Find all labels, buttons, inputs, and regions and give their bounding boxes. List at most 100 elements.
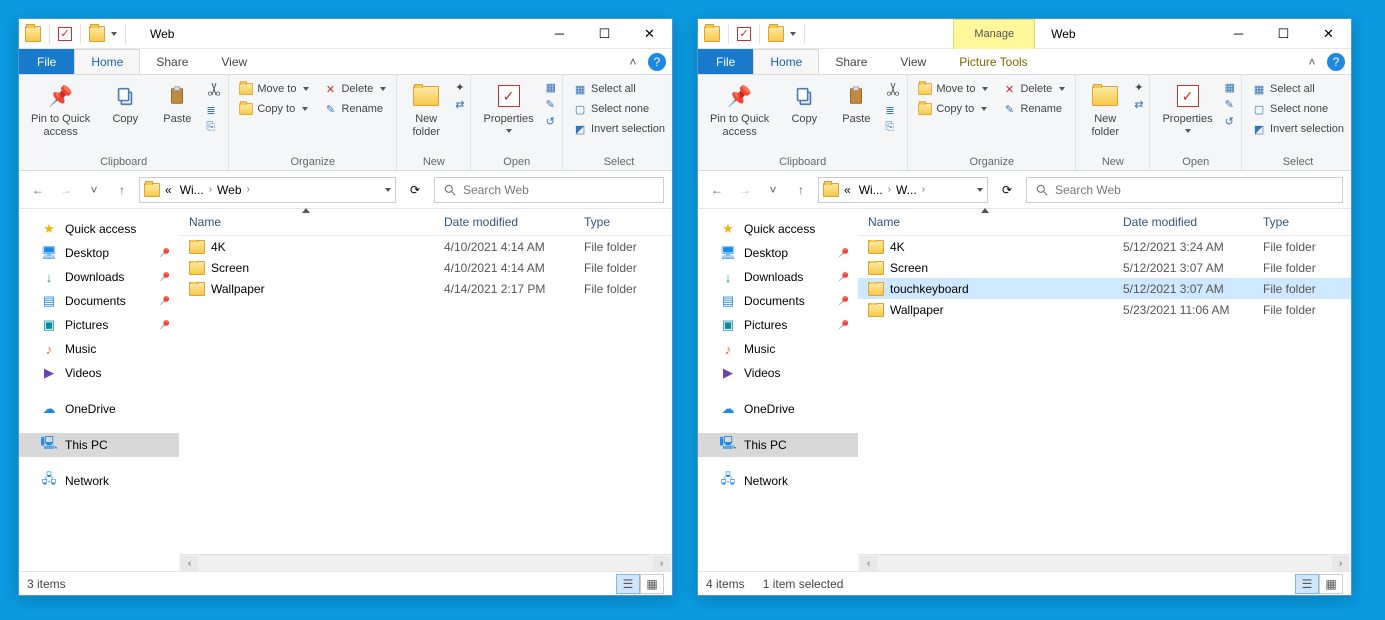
sidebar-item-desktop[interactable]: 🖥Desktop📍 [19,241,179,265]
search-input[interactable]: Search Web [1026,177,1343,203]
minimize-button[interactable]: ─ [537,19,582,48]
select-none-button[interactable]: ▢Select none [1248,101,1348,117]
invert-selection-button[interactable]: ◩Invert selection [1248,121,1348,137]
paste-button[interactable]: Paste [154,79,200,129]
maximize-button[interactable]: ☐ [1261,19,1306,48]
table-row[interactable]: Screen5/12/2021 3:07 AMFile folder [858,257,1351,278]
up-button[interactable]: ↑ [111,179,133,201]
copy-button[interactable]: Copy [102,79,148,129]
refresh-button[interactable]: ⟳ [994,177,1020,203]
table-row[interactable]: touchkeyboard5/12/2021 3:07 AMFile folde… [858,278,1351,299]
file-list-left[interactable]: 4K4/10/2021 4:14 AMFile folderScreen4/10… [179,236,672,554]
back-button[interactable]: ← [706,179,728,201]
cut-icon[interactable] [206,81,222,100]
sidebar-item-network[interactable]: 🖧Network [19,469,179,493]
breadcrumb-item[interactable]: Web [214,183,244,197]
sidebar-item-documents[interactable]: ▤Documents📍 [698,289,858,313]
refresh-button[interactable]: ⟳ [402,177,428,203]
properties-icon[interactable]: ✓ [58,27,72,41]
sidebar-item-onedrive[interactable]: ☁OneDrive [19,397,179,421]
sidebar-item-quick-access[interactable]: ★Quick access [698,217,858,241]
invert-selection-button[interactable]: ◩Invert selection [569,121,669,137]
chevron-right-icon[interactable]: › [888,184,891,195]
tab-view[interactable]: View [205,49,264,74]
sidebar-item-music[interactable]: ♪Music [698,337,858,361]
navigation-pane[interactable]: ★Quick access 🖥Desktop📍 ↓Downloads📍 ▤Doc… [698,209,858,571]
properties-button[interactable]: ✓ Properties [477,79,539,137]
copy-to-button[interactable]: Copy to [235,101,313,117]
back-button[interactable]: ← [27,179,49,201]
delete-button[interactable]: ✕Delete [319,81,390,97]
collapse-ribbon-icon[interactable]: ˄ [620,49,646,74]
icons-view-button[interactable]: ▦ [640,574,664,594]
tab-file[interactable]: File [19,49,74,74]
delete-button[interactable]: ✕Delete [998,81,1069,97]
history-icon[interactable]: ↺ [1225,115,1235,128]
column-headers[interactable]: Name Date modified Type [179,209,672,236]
file-list-right[interactable]: 4K5/12/2021 3:24 AMFile folderScreen5/12… [858,236,1351,554]
new-item-icon[interactable]: ✦ [1134,81,1143,94]
sidebar-item-this-pc[interactable]: 🖳This PC [698,433,858,457]
tab-picture-tools[interactable]: Picture Tools [943,49,1044,74]
pin-quick-access-button[interactable]: 📌 Pin to Quick access [704,79,775,142]
sidebar-item-videos[interactable]: ▶Videos [19,361,179,385]
breadcrumb-item[interactable]: W... [893,183,920,197]
navigation-pane[interactable]: ★Quick access 🖥Desktop📍 ↓Downloads📍 ▤Doc… [19,209,179,571]
tab-share[interactable]: Share [140,49,205,74]
chevron-right-icon[interactable]: › [209,184,212,195]
qat-dropdown-icon[interactable] [111,32,117,36]
scroll-left-icon[interactable]: ‹ [181,556,198,571]
folder-icon[interactable] [89,26,105,42]
table-row[interactable]: Screen4/10/2021 4:14 AMFile folder [179,257,672,278]
sidebar-item-desktop[interactable]: 🖥Desktop📍 [698,241,858,265]
context-tab-manage[interactable]: Manage [953,19,1035,49]
sidebar-item-downloads[interactable]: ↓Downloads📍 [19,265,179,289]
open-icon[interactable]: ▦ [1225,81,1235,94]
copy-path-icon[interactable]: ≣ [206,104,222,117]
properties-button[interactable]: ✓ Properties [1156,79,1218,137]
tab-home[interactable]: Home [74,49,140,74]
sidebar-item-onedrive[interactable]: ☁OneDrive [698,397,858,421]
move-to-button[interactable]: Move to [914,81,992,97]
forward-button[interactable]: → [734,179,756,201]
scroll-left-icon[interactable]: ‹ [860,556,877,571]
properties-icon[interactable]: ✓ [737,27,751,41]
details-view-button[interactable]: ☰ [1295,574,1319,594]
horizontal-scrollbar[interactable]: ‹ › [858,554,1351,571]
breadcrumb-item[interactable]: Wi... [177,183,207,197]
cut-icon[interactable] [885,81,901,100]
edit-icon[interactable]: ✎ [546,98,556,111]
edit-icon[interactable]: ✎ [1225,98,1235,111]
tab-file[interactable]: File [698,49,753,74]
recent-dropdown-icon[interactable]: ˅ [762,179,784,201]
maximize-button[interactable]: ☐ [582,19,627,48]
chevron-right-icon[interactable]: › [922,184,925,195]
sidebar-item-this-pc[interactable]: 🖳This PC [19,433,179,457]
scroll-right-icon[interactable]: › [1332,556,1349,571]
recent-dropdown-icon[interactable]: ˅ [83,179,105,201]
table-row[interactable]: Wallpaper4/14/2021 2:17 PMFile folder [179,278,672,299]
column-date[interactable]: Date modified [434,209,574,235]
help-icon[interactable]: ? [1327,53,1345,71]
breadcrumb-chevrons[interactable]: « [841,183,854,197]
close-button[interactable]: ✕ [627,19,672,48]
table-row[interactable]: Wallpaper5/23/2021 11:06 AMFile folder [858,299,1351,320]
tab-share[interactable]: Share [819,49,884,74]
breadcrumb-item[interactable]: Wi... [856,183,886,197]
sidebar-item-pictures[interactable]: ▣Pictures📍 [698,313,858,337]
column-headers[interactable]: Name Date modified Type [858,209,1351,236]
column-name[interactable]: Name [179,209,434,235]
collapse-ribbon-icon[interactable]: ˄ [1299,49,1325,74]
new-folder-button[interactable]: New folder [1082,79,1128,142]
copy-button[interactable]: Copy [781,79,827,129]
open-icon[interactable]: ▦ [546,81,556,94]
table-row[interactable]: 4K4/10/2021 4:14 AMFile folder [179,236,672,257]
sidebar-item-videos[interactable]: ▶Videos [698,361,858,385]
select-all-button[interactable]: ▦Select all [1248,81,1348,97]
chevron-right-icon[interactable]: › [247,184,250,195]
select-none-button[interactable]: ▢Select none [569,101,669,117]
column-type[interactable]: Type [574,209,672,235]
new-folder-button[interactable]: New folder [403,79,449,142]
pin-quick-access-button[interactable]: 📌 Pin to Quick access [25,79,96,142]
copy-path-icon[interactable]: ≣ [885,104,901,117]
